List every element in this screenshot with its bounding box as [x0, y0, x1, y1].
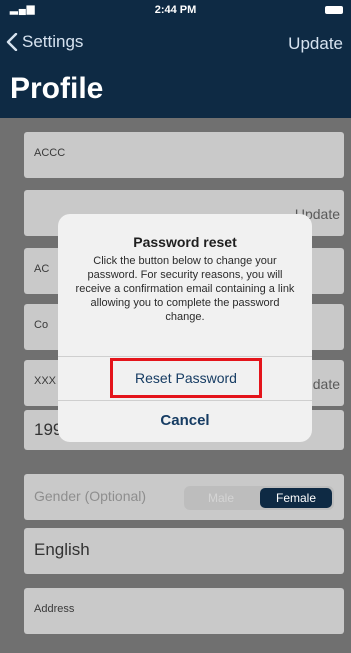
status-bar: ▂▄▆ 2:44 PM	[0, 0, 351, 22]
language-value: English	[34, 540, 90, 559]
name-field[interactable]: ACCC	[24, 132, 344, 178]
cancel-button[interactable]: Cancel	[58, 412, 312, 429]
battery-icon	[325, 6, 343, 14]
gender-field: Gender (Optional) Male Female	[24, 474, 344, 520]
screen: ▂▄▆ 2:44 PM Settings Update Profile ACCC…	[0, 0, 351, 653]
gender-label: Gender (Optional)	[34, 488, 147, 504]
divider	[58, 356, 312, 357]
divider	[58, 400, 312, 401]
field-value: XXX	[34, 375, 57, 387]
back-label: Settings	[22, 32, 84, 51]
header-bar: ▂▄▆ 2:44 PM Settings Update Profile	[0, 0, 351, 118]
dialog-title: Password reset	[133, 234, 237, 250]
field-value: AC	[34, 263, 50, 275]
dialog-message: Click the button below to change your pa…	[75, 255, 295, 323]
password-reset-dialog: Password reset Click the button below to…	[58, 214, 312, 442]
page-title: Profile	[10, 72, 104, 105]
update-button[interactable]: Update	[288, 34, 343, 54]
language-field[interactable]: English	[24, 528, 344, 574]
back-button[interactable]: Settings	[6, 32, 83, 52]
field-value: ACCC	[34, 147, 66, 159]
clock: 2:44 PM	[154, 4, 197, 16]
address-field[interactable]: Address	[24, 588, 344, 634]
gender-option-male[interactable]: Male	[184, 486, 258, 510]
gender-option-female[interactable]: Female	[260, 488, 332, 508]
chevron-left-icon	[6, 33, 18, 51]
reset-password-button[interactable]: Reset Password	[110, 358, 262, 398]
address-placeholder: Address	[34, 603, 75, 615]
field-update-button[interactable]: date	[313, 376, 340, 392]
gender-segmented-control[interactable]: Male Female	[184, 486, 334, 510]
field-value: Co	[34, 319, 49, 331]
